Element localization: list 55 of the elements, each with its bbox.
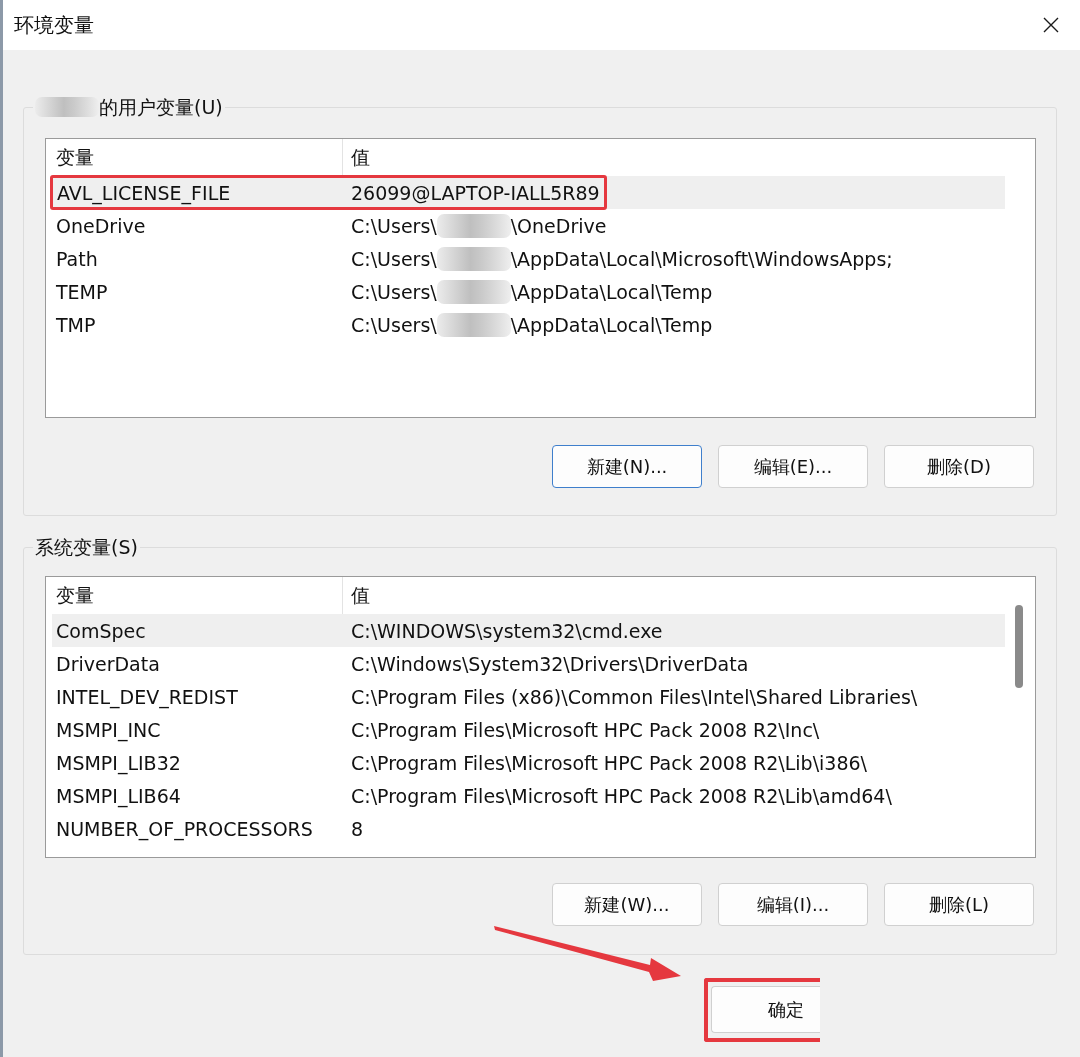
table-cell-text: Path (55, 247, 99, 270)
table-cell: C:\Windows\System32\Drivers\DriverData (351, 652, 749, 675)
table-cell-text: TMP (55, 313, 97, 336)
table-cell: C:\Program Files\Microsoft HPC Pack 2008 R2\Lib\amd64\ (351, 784, 892, 807)
action-button[interactable]: 删除(L) (884, 883, 1034, 926)
list-row[interactable]: TMP C:\Users\ \AppData\Local\Temp (52, 308, 1005, 341)
scrollbar-thumb[interactable] (1015, 605, 1023, 688)
column-header[interactable]: 值 (343, 139, 370, 176)
table-cell: C:\Program Files\Microsoft HPC Pack 2008 R2\Inc\ (351, 718, 820, 741)
window-title: 环境变量 (14, 11, 94, 39)
table-cell: C:\Program Files (x86)\Common Files\Intel\Shared Libraries\ (351, 685, 918, 708)
table-cell: \AppData\Local\Temp (510, 313, 713, 336)
table-cell: C:\Users\ (351, 247, 437, 270)
table-cell: C:\Users\ (351, 280, 437, 303)
action-button[interactable]: 编辑(I)... (718, 883, 868, 926)
action-button[interactable]: 新建(N)... (552, 445, 702, 488)
table-cell-text: TEMP (55, 280, 109, 303)
table-cell-text: DriverData (55, 652, 161, 675)
list-row[interactable]: AVL_LICENSE_FILE 26099@LAPTOP-IALL5R89 (52, 176, 1005, 209)
table-cell: \AppData\Local\Microsoft\WindowsApps; (510, 247, 893, 270)
table-cell-text: MSMPI_INC (55, 718, 162, 741)
action-button[interactable]: 新建(W)... (552, 883, 702, 926)
column-header[interactable]: 变量 (52, 139, 343, 176)
table-cell: 26099@LAPTOP-IALL5R89 (351, 181, 600, 204)
group-label: 的用户变量(U) (99, 95, 223, 119)
list-row[interactable]: MSMPI_INC C:\Program Files\Microsoft HPC Pack 2008 R2\Inc\ (52, 713, 1005, 746)
action-button[interactable]: 编辑(E)... (718, 445, 868, 488)
table-cell: \AppData\Local\Temp (510, 280, 713, 303)
action-button[interactable]: 删除(D) (884, 445, 1034, 488)
table-cell-text: MSMPI_LIB32 (55, 751, 182, 774)
table-cell-text: MSMPI_LIB64 (55, 784, 182, 807)
list-row[interactable]: DriverData C:\Windows\System32\Drivers\DriverData (52, 647, 1005, 680)
list-row[interactable]: OneDrive C:\Users\ \OneDrive (52, 209, 1005, 242)
table-cell: C:\WINDOWS\system32\cmd.exe (351, 619, 663, 642)
table-cell-text: AVL_LICENSE_FILE (56, 181, 232, 204)
table-cell: C:\Users\ (351, 214, 437, 237)
list-row[interactable]: TEMP C:\Users\ \AppData\Local\Temp (52, 275, 1005, 308)
table-cell-text: INTEL_DEV_REDIST (55, 685, 239, 708)
list-row[interactable]: INTEL_DEV_REDIST C:\Program Files (x86)\Common Files\Intel\Shared Libraries\ (52, 680, 1005, 713)
list-row[interactable]: ComSpec C:\WINDOWS\system32\cmd.exe (52, 614, 1005, 647)
table-cell: C:\Users\ (351, 313, 437, 336)
close-icon (1043, 17, 1059, 33)
table-cell-text: ComSpec (55, 619, 147, 642)
column-header[interactable]: 值 (343, 577, 370, 614)
table-cell-text: NUMBER_OF_PROCESSORS (55, 817, 314, 840)
list-row[interactable]: NUMBER_OF_PROCESSORS 8 (52, 812, 1005, 845)
list-row[interactable]: Path C:\Users\ \AppData\Local\Microsoft\WindowsApps; (52, 242, 1005, 275)
table-cell: 8 (351, 817, 364, 840)
table-cell-text: OneDrive (55, 214, 147, 237)
table-cell: \OneDrive (510, 214, 607, 237)
list-row[interactable]: MSMPI_LIB32 C:\Program Files\Microsoft HPC Pack 2008 R2\Lib\i386\ (52, 746, 1005, 779)
ok-button[interactable]: 确定 (711, 986, 820, 1033)
table-cell: C:\Program Files\Microsoft HPC Pack 2008 R2\Lib\i386\ (351, 751, 867, 774)
list-row[interactable]: MSMPI_LIB64 C:\Program Files\Microsoft HPC Pack 2008 R2\Lib\amd64\ (52, 779, 1005, 812)
group-label: 系统变量(S) (35, 535, 138, 559)
